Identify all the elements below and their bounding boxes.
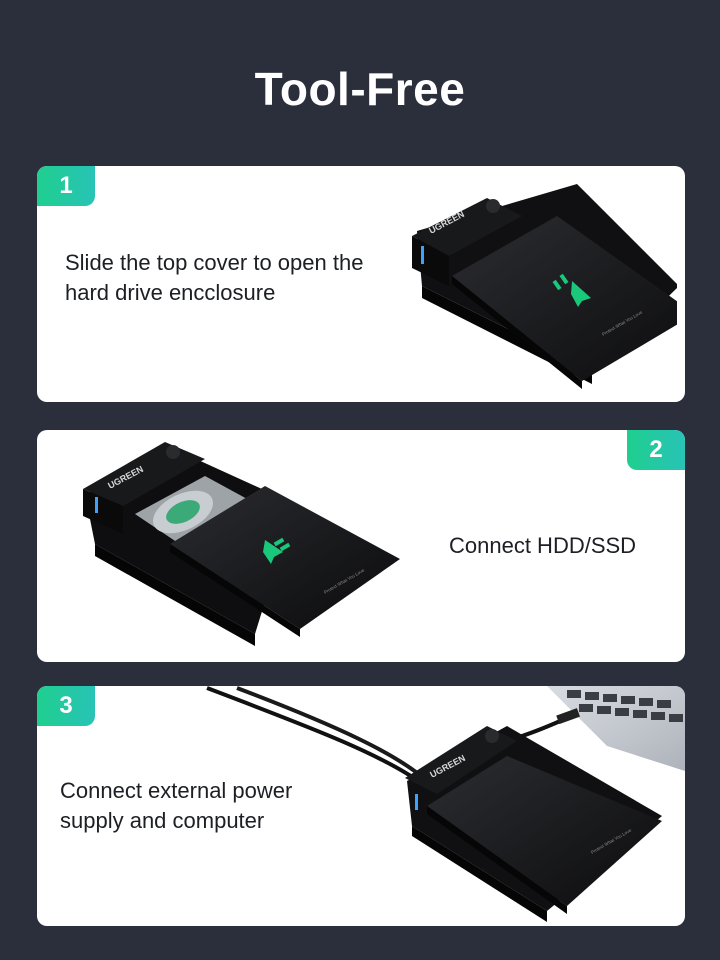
step-card-1: 1 Slide the top cover to open the hard d…: [37, 166, 685, 402]
enclosure-with-drive-image: UGREEN Protect What You Love: [83, 442, 400, 646]
enclosure-sliding-cover-image: UGREEN Protect What You Love: [412, 184, 677, 389]
step-badge-2: 2: [627, 430, 685, 470]
step-card-3: 3 Connect external power supply and comp…: [37, 686, 685, 926]
step-badge-3: 3: [37, 686, 95, 726]
step-card-2: 2 Connect HDD/SSD UGREEN Protect What Yo…: [37, 430, 685, 662]
enclosure-connected-image: UGREEN Protect What You Love: [206, 686, 685, 922]
step-badge-1: 1: [37, 166, 95, 206]
page-title: Tool-Free: [254, 63, 466, 115]
step-1-text: Slide the top cover to open the hard dri…: [65, 250, 364, 305]
step-2-text: Connect HDD/SSD: [449, 533, 637, 558]
